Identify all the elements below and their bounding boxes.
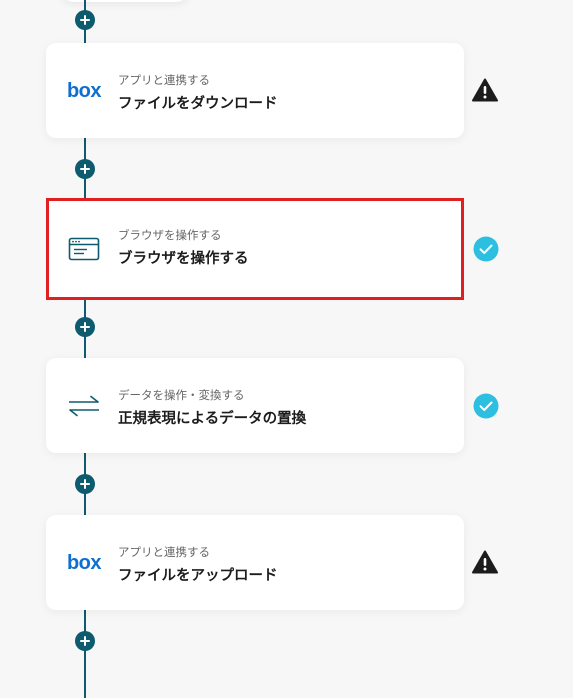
add-step-button[interactable] (75, 10, 95, 30)
plus-icon (80, 322, 90, 332)
step-title: 正規表現によるデータの置換 (118, 411, 307, 427)
step-title: ファイルをダウンロード (118, 96, 278, 112)
add-step-button[interactable] (75, 474, 95, 494)
step-card-download-file[interactable]: box アプリと連携する ファイルをダウンロード (46, 43, 464, 138)
step-category: ブラウザを操作する (118, 228, 222, 242)
warning-icon (472, 549, 498, 575)
box-logo-icon: box (66, 548, 102, 578)
step-card-operate-browser[interactable]: ブラウザを操作する ブラウザを操作する (46, 198, 464, 300)
add-step-button[interactable] (75, 317, 95, 337)
plus-icon (80, 15, 90, 25)
step-category: アプリと連携する (118, 73, 210, 87)
step-title: ファイルをアップロード (118, 568, 278, 584)
box-logo-text: box (66, 551, 102, 574)
warning-icon (472, 77, 498, 103)
previous-step-card[interactable] (60, 0, 190, 2)
step-title: ブラウザを操作する (118, 251, 249, 267)
plus-icon (80, 164, 90, 174)
check-circle-icon (473, 393, 499, 419)
add-step-button[interactable] (75, 159, 95, 179)
plus-icon (80, 479, 90, 489)
box-logo-text: box (66, 79, 102, 102)
box-logo-icon: box (66, 76, 102, 106)
check-circle-icon (473, 236, 499, 262)
swap-arrows-icon (66, 391, 102, 421)
browser-icon (66, 234, 102, 264)
plus-icon (80, 636, 90, 646)
step-card-upload-file[interactable]: box アプリと連携する ファイルをアップロード (46, 515, 464, 610)
add-step-button[interactable] (75, 631, 95, 651)
step-card-regex-replace[interactable]: データを操作・変換する 正規表現によるデータの置換 (46, 358, 464, 453)
step-category: アプリと連携する (118, 545, 210, 559)
step-category: データを操作・変換する (118, 388, 245, 402)
